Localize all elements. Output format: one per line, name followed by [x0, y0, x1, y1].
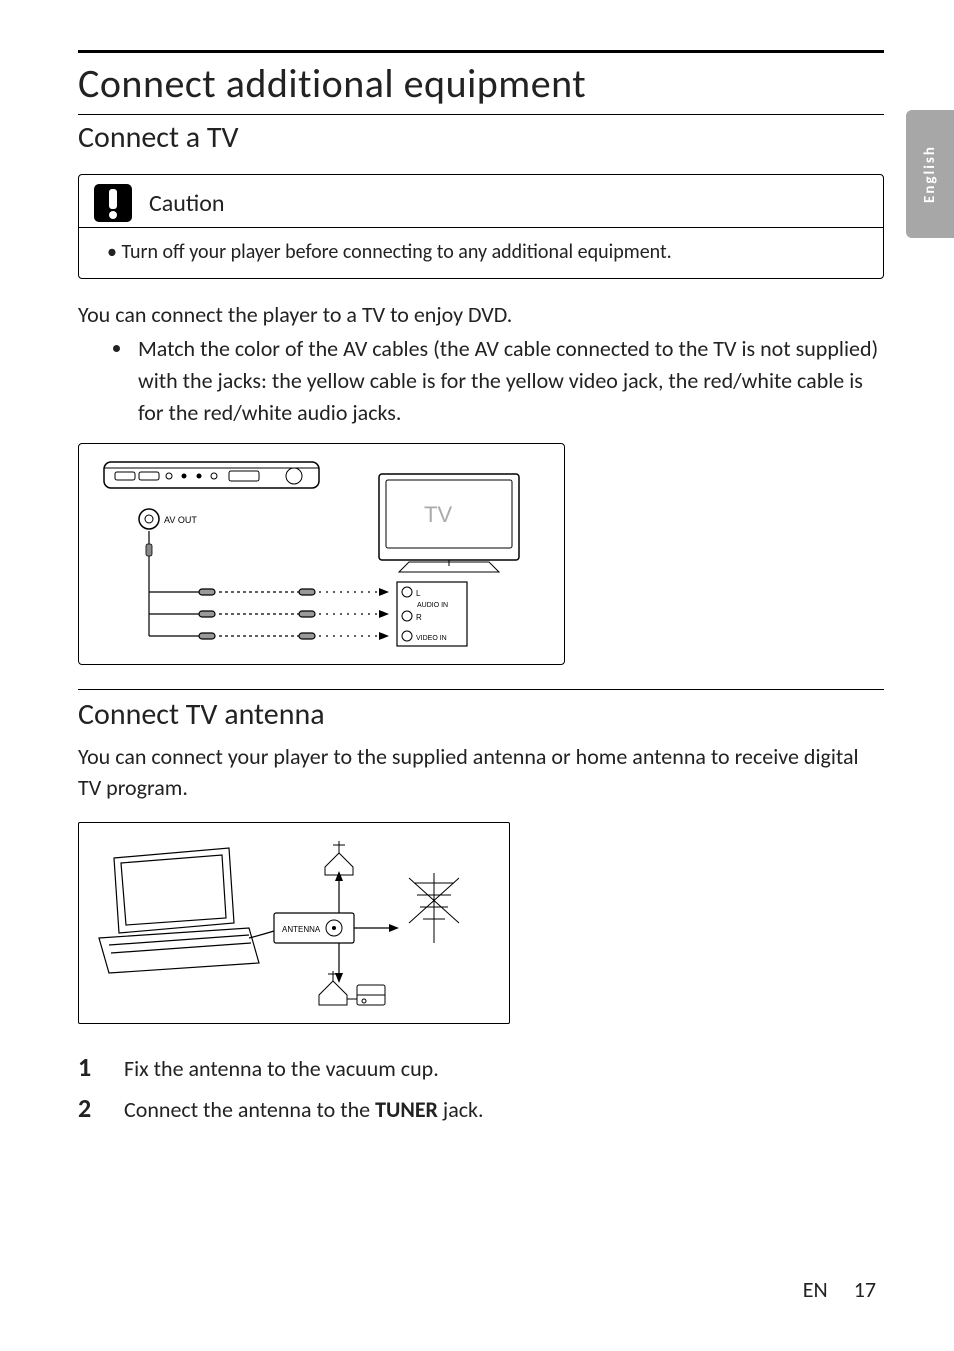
page-footer: EN 17: [803, 1276, 876, 1303]
step-2: Connect the antenna to the TUNER jack.: [78, 1089, 884, 1128]
top-rule: [78, 50, 884, 53]
section-divider: [78, 689, 884, 690]
step-1: Fix the antenna to the vacuum cup.: [78, 1048, 884, 1087]
caution-header: Caution: [79, 175, 883, 227]
section-b-intro: You can connect your player to the suppl…: [78, 741, 884, 805]
label-tv: TV: [424, 502, 452, 527]
label-l: L: [416, 589, 421, 598]
footer-page-number: 17: [854, 1276, 876, 1303]
diagram-connect-antenna: ANTENNA: [78, 822, 510, 1024]
diagram-connect-tv: AV OUT: [78, 443, 565, 665]
section-a-bullets: Match the color of the AV cables (the AV…: [78, 333, 884, 429]
caution-box: Caution Turn off your player before conn…: [78, 174, 884, 279]
label-r: R: [416, 613, 422, 622]
step-2-pre: Connect the antenna to the: [124, 1096, 375, 1123]
section-heading-connect-tv: Connect a TV: [78, 114, 884, 156]
section-a-bullet-1: Match the color of the AV cables (the AV…: [134, 333, 884, 429]
caution-icon: [93, 183, 133, 223]
step-1-text: Fix the antenna to the vacuum cup.: [124, 1052, 439, 1085]
step-2-bold: TUNER: [375, 1096, 438, 1123]
label-video-in: VIDEO IN: [416, 635, 447, 642]
caution-bullet: Turn off your player before connecting t…: [107, 240, 672, 264]
caution-title: Caution: [149, 189, 225, 218]
caution-body: Turn off your player before connecting t…: [79, 227, 883, 278]
label-audio-in: AUDIO IN: [417, 602, 448, 609]
language-tab-label: English: [921, 145, 939, 203]
page-title: Connect additional equipment: [78, 59, 884, 108]
language-tab: English: [906, 110, 954, 238]
footer-lang: EN: [803, 1276, 828, 1303]
antenna-steps: Fix the antenna to the vacuum cup. Conne…: [78, 1048, 884, 1128]
section-heading-connect-antenna: Connect TV antenna: [78, 696, 884, 733]
section-a-intro: You can connect the player to a TV to en…: [78, 299, 884, 331]
label-antenna: ANTENNA: [282, 925, 321, 934]
step-2-post: jack.: [438, 1096, 484, 1123]
label-av-out: AV OUT: [164, 515, 197, 525]
